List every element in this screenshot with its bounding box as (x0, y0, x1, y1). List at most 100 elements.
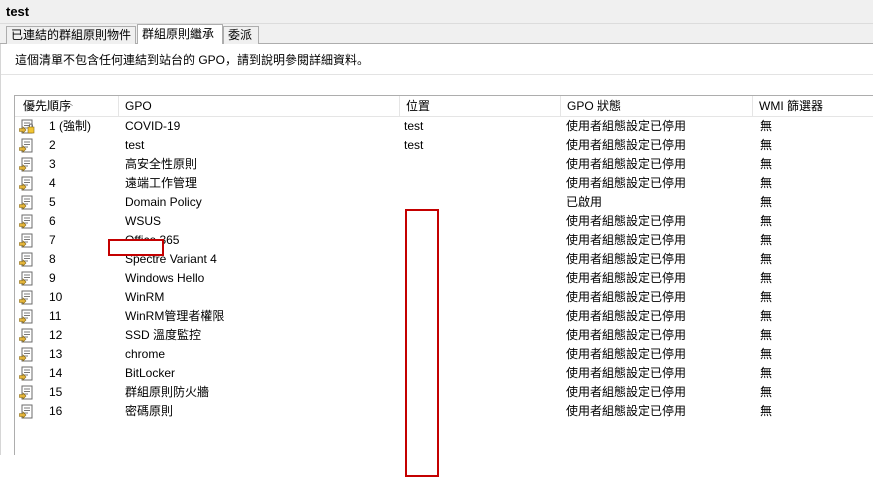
cell-order: 6 (49, 214, 56, 228)
list-header: ︿ 優先順序 GPO 位置 GPO 狀態 WMI 篩選器 (15, 96, 873, 117)
cell-status: 使用者組態設定已停用 (566, 119, 687, 133)
column-header-status[interactable]: GPO 狀態 (561, 96, 751, 116)
sort-up-icon: ︿ (65, 98, 73, 107)
table-row[interactable]: 9 Windows Hello 使用者組態設定已停用 無 (15, 269, 873, 288)
cell-gpo: 遠端工作管理 (125, 176, 198, 190)
panel-divider (1, 74, 873, 75)
gpo-link-icon (19, 214, 35, 229)
gpo-link-icon (19, 195, 35, 210)
cell-wmi-filter: 無 (760, 214, 773, 228)
cell-gpo: WinRM (125, 290, 165, 304)
column-header-gpo[interactable]: GPO (119, 96, 399, 116)
cell-gpo: 密碼原則 (125, 404, 174, 418)
gpo-link-icon (19, 157, 35, 172)
cell-gpo: BitLocker (125, 366, 176, 380)
cell-order: 7 (49, 233, 56, 247)
cell-gpo: Domain Policy (125, 195, 202, 209)
table-row[interactable]: 6 WSUS 使用者組態設定已停用 無 (15, 212, 873, 231)
cell-order: 8 (49, 252, 56, 266)
cell-status: 使用者組態設定已停用 (566, 252, 687, 266)
gpo-link-icon (19, 347, 35, 362)
cell-wmi-filter: 無 (760, 404, 773, 418)
info-text: 這個清單不包含任何連結到站台的 GPO，請到說明參閱詳細資料。 (15, 53, 370, 67)
cell-order: 10 (49, 290, 63, 304)
redaction-box-location (405, 209, 439, 477)
table-row[interactable]: 15群組原則防火牆.local使用者組態設定已停用無 (15, 383, 873, 402)
cell-order: 12 (49, 328, 63, 342)
window-title: test (6, 4, 30, 19)
cell-order: 13 (49, 347, 63, 361)
gpo-link-icon (19, 290, 35, 305)
table-row[interactable]: 11 WinRM管理者權限 使用者組態設定已停用 無 (15, 307, 873, 326)
gpo-link-icon (19, 176, 35, 191)
gpo-link-icon (19, 366, 35, 381)
cell-location: test (404, 138, 424, 152)
table-row[interactable]: 12 SSD 溫度監控 使用者組態設定已停用 無 (15, 326, 873, 345)
cell-order: 16 (49, 404, 63, 418)
cell-gpo: WSUS (125, 214, 161, 228)
cell-status: 使用者組態設定已停用 (566, 271, 687, 285)
cell-gpo: COVID-19 (125, 119, 181, 133)
cell-wmi-filter: 無 (760, 176, 773, 190)
cell-order: 3 (49, 157, 56, 171)
cell-gpo: test (125, 138, 145, 152)
cell-order: 4 (49, 176, 56, 190)
window-titlebar: test (0, 0, 873, 24)
column-header-wmi[interactable]: WMI 篩選器 (753, 96, 873, 116)
cell-gpo: SSD 溫度監控 (125, 328, 202, 342)
table-row[interactable]: 14 BitLocker 使用者組態設定已停用 無 (15, 364, 873, 383)
inheritance-panel: 這個清單不包含任何連結到站台的 GPO，請到說明參閱詳細資料。 ︿ 優先順序 G… (0, 44, 873, 477)
cell-wmi-filter: 無 (760, 195, 773, 209)
gpo-link-icon (19, 271, 35, 286)
cell-status: 使用者組態設定已停用 (566, 233, 687, 247)
cell-order: 15 (49, 385, 63, 399)
gpo-inheritance-list[interactable]: ︿ 優先順序 GPO 位置 GPO 狀態 WMI 篩選器 1 (強制) COVID… (14, 95, 873, 477)
redaction-box-gpo-name (108, 239, 164, 256)
cell-status: 使用者組態設定已停用 (566, 328, 687, 342)
cell-wmi-filter: 無 (760, 385, 773, 399)
column-header-location[interactable]: 位置 (400, 96, 560, 116)
cell-wmi-filter: 無 (760, 119, 773, 133)
gpo-link-icon (19, 138, 35, 153)
cell-wmi-filter: 無 (760, 309, 773, 323)
cell-order: 11 (49, 309, 62, 323)
gpo-link-icon (19, 404, 35, 419)
cell-gpo: WinRM管理者權限 (125, 309, 225, 323)
table-row[interactable]: 3 高安全性原則 使用者組態設定已停用 無 (15, 155, 873, 174)
cell-wmi-filter: 無 (760, 271, 773, 285)
tab-strip: 已連結的群組原則物件 群組原則繼承 委派 (0, 24, 873, 45)
cell-order: 2 (49, 138, 56, 152)
cell-status: 使用者組態設定已停用 (566, 366, 687, 380)
cell-order: 14 (49, 366, 63, 380)
cell-status: 已啟用 (566, 195, 603, 209)
gpo-link-icon (19, 233, 35, 248)
cell-wmi-filter: 無 (760, 328, 773, 342)
cell-wmi-filter: 無 (760, 252, 773, 266)
cell-status: 使用者組態設定已停用 (566, 138, 687, 152)
cell-status: 使用者組態設定已停用 (566, 214, 687, 228)
table-row[interactable]: 1 (強制) COVID-19 test 使用者組態設定已停用 無 (15, 117, 873, 136)
tab-gpo-inheritance[interactable]: 群組原則繼承 (137, 24, 223, 45)
cell-status: 使用者組態設定已停用 (566, 385, 687, 399)
cell-gpo: chrome (125, 347, 166, 361)
cell-wmi-filter: 無 (760, 290, 773, 304)
cell-gpo: 群組原則防火牆 (125, 385, 210, 399)
column-header-order[interactable]: ︿ 優先順序 (17, 96, 117, 116)
tab-linked-gpos[interactable]: 已連結的群組原則物件 (6, 26, 136, 44)
table-row[interactable]: 2 test test 使用者組態設定已停用 無 (15, 136, 873, 155)
cell-order: 9 (49, 271, 56, 285)
gpo-link-enforced-icon (19, 119, 35, 134)
gpo-link-icon (19, 252, 35, 267)
cell-gpo: Windows Hello (125, 271, 205, 285)
table-row[interactable]: 10 WinRM 使用者組態設定已停用 無 (15, 288, 873, 307)
tab-delegation[interactable]: 委派 (223, 26, 259, 44)
cell-status: 使用者組態設定已停用 (566, 157, 687, 171)
table-row[interactable]: 13 chrome 使用者組態設定已停用 無 (15, 345, 873, 364)
cell-location: test (404, 119, 424, 133)
cell-order: 5 (49, 195, 56, 209)
table-row[interactable]: 5 Domain Policy 已啟用 無 (15, 193, 873, 212)
cell-gpo: 高安全性原則 (125, 157, 198, 171)
table-row[interactable]: 4 遠端工作管理 使用者組態設定已停用 無 (15, 174, 873, 193)
cell-wmi-filter: 無 (760, 157, 773, 171)
table-row[interactable]: 16密碼原則.local使用者組態設定已停用無 (15, 402, 873, 421)
